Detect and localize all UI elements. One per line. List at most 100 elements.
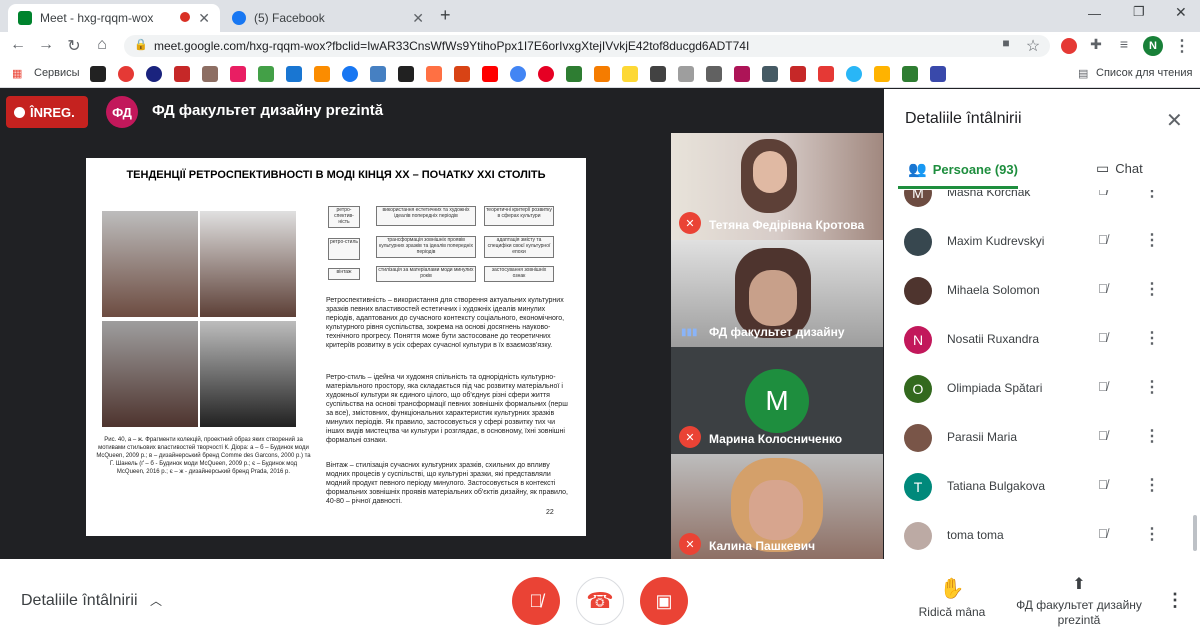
bookmark-star-icon[interactable]: ☆ xyxy=(1023,36,1043,56)
forward-icon[interactable]: → xyxy=(36,36,56,54)
more-options-icon[interactable]: ⋮ xyxy=(1144,230,1160,250)
list-item[interactable]: Parasii Maria 🎙̸ ⋮ xyxy=(884,414,1200,463)
list-item[interactable]: Maxim Kudrevskyi 🎙̸ ⋮ xyxy=(884,218,1200,267)
bookmark-z-icon[interactable] xyxy=(566,66,582,82)
bookmark-crest-icon[interactable] xyxy=(930,66,946,82)
list-item[interactable]: Mihaela Solomon 🎙̸ ⋮ xyxy=(884,267,1200,316)
hand-icon: ✋ xyxy=(939,578,965,600)
bookmark-c-icon[interactable] xyxy=(118,66,134,82)
diagram-box: вінтаж xyxy=(328,268,360,280)
panel-scrollbar[interactable] xyxy=(1193,515,1197,551)
tab-close-icon[interactable]: ✕ xyxy=(198,10,210,27)
list-item[interactable]: toma toma 🎙̸ ⋮ xyxy=(884,512,1200,559)
bookmark-gift-icon[interactable] xyxy=(818,66,834,82)
media-icon[interactable]: ≡ xyxy=(1114,36,1134,52)
bookmark-dollar-icon[interactable] xyxy=(902,66,918,82)
browser-menu-icon[interactable]: ⋮ xyxy=(1172,36,1192,56)
bookmark-k-icon[interactable] xyxy=(678,66,694,82)
opera-extension-icon[interactable] xyxy=(1061,38,1077,54)
raise-hand-button[interactable]: ✋ Ridică mâna xyxy=(912,576,992,619)
more-options-icon[interactable]: ⋮ xyxy=(1166,590,1184,611)
tab-chat-label: Chat xyxy=(1115,161,1143,176)
home-icon[interactable]: ⌂ xyxy=(92,36,112,54)
bookmark-fashion-icon[interactable] xyxy=(734,66,750,82)
window-close-icon[interactable]: ✕ xyxy=(1175,4,1187,21)
meeting-details-label: Detaliile întâlnirii xyxy=(21,592,138,609)
tab-people[interactable]: 👥 Persoane (93) xyxy=(908,160,1018,178)
reading-list-label[interactable]: Список для чтения xyxy=(1096,67,1192,79)
camera-icon[interactable]: ■ xyxy=(996,36,1016,50)
list-item[interactable]: T Tatiana Bulgakova 🎙̸ ⋮ xyxy=(884,463,1200,512)
apps-grid-icon[interactable]: ▦ xyxy=(12,67,22,80)
more-options-icon[interactable]: ⋮ xyxy=(1144,475,1160,495)
bookmark-facebook-icon[interactable] xyxy=(342,66,358,82)
reload-icon[interactable]: ↻ xyxy=(64,36,84,56)
slide-paragraph-3: Вінтаж – стилізація сучасних культурних … xyxy=(326,462,568,505)
list-item[interactable]: O Olimpiada Spătari 🎙̸ ⋮ xyxy=(884,365,1200,414)
list-item[interactable]: M Masha Korchak 🎙̸ ⋮ xyxy=(884,190,1200,218)
bookmark-bird-icon[interactable] xyxy=(706,66,722,82)
diagram-box: ретро-стиль xyxy=(328,238,360,260)
more-options-icon[interactable]: ⋮ xyxy=(1144,524,1160,544)
tab-close-icon[interactable]: ✕ xyxy=(412,10,424,27)
bookmark-d-icon[interactable] xyxy=(398,66,414,82)
runway-photo-3 xyxy=(102,321,198,427)
new-tab-icon[interactable]: + xyxy=(440,5,451,26)
restore-icon[interactable]: ❐ xyxy=(1133,4,1145,20)
bookmark-arrow-icon[interactable] xyxy=(454,66,470,82)
extensions-icon[interactable]: ✚ xyxy=(1086,36,1106,53)
tab-meet[interactable]: Meet - hxg-rqqm-wox ✕ xyxy=(8,4,220,32)
microphone-toggle-button[interactable]: 🎙̸ xyxy=(512,577,560,625)
bookmark-cross-icon[interactable] xyxy=(258,66,274,82)
facebook-favicon-icon xyxy=(232,11,246,25)
more-options-icon[interactable]: ⋮ xyxy=(1144,190,1160,201)
bookmark-mail-icon[interactable] xyxy=(286,66,302,82)
bookmark-check-icon[interactable] xyxy=(622,66,638,82)
bookmark-u-icon[interactable] xyxy=(790,66,806,82)
bookmark-6-icon[interactable] xyxy=(146,66,162,82)
more-options-icon[interactable]: ⋮ xyxy=(1144,377,1160,397)
tab-chat[interactable]: ▭ Chat xyxy=(1096,160,1143,177)
bookmark-tool-icon[interactable] xyxy=(762,66,778,82)
participant-tile[interactable]: ✕ Тетяна Федірівна Кротова xyxy=(671,133,883,240)
participant-tile[interactable]: ✕ Калина Пашкевич xyxy=(671,454,883,561)
bookmark-ok-icon[interactable] xyxy=(314,66,330,82)
camera-toggle-button[interactable]: ▣ xyxy=(640,577,688,625)
list-item[interactable]: N Nosatii Ruxandra 🎙̸ ⋮ xyxy=(884,316,1200,365)
more-options-icon[interactable]: ⋮ xyxy=(1144,279,1160,299)
meeting-details-button[interactable]: Detaliile întâlnirii ︿ xyxy=(21,592,162,610)
profile-avatar[interactable]: N xyxy=(1143,36,1163,56)
leave-call-button[interactable]: ☎ xyxy=(576,577,624,625)
bookmark-diamond-icon[interactable] xyxy=(230,66,246,82)
bookmark-dots-icon[interactable] xyxy=(846,66,862,82)
bookmark-youtube-icon[interactable] xyxy=(482,66,498,82)
back-icon[interactable]: ← xyxy=(8,36,28,54)
tab-facebook[interactable]: (5) Facebook ✕ xyxy=(222,4,434,32)
bookmark-square-icon[interactable] xyxy=(594,66,610,82)
bookmark-google-icon[interactable] xyxy=(510,66,526,82)
more-options-icon[interactable]: ⋮ xyxy=(1144,328,1160,348)
presentation-button[interactable]: ⬆ ФД факультет дизайну prezintă xyxy=(1010,574,1148,628)
bookmark-f-icon[interactable] xyxy=(426,66,442,82)
participant-tile[interactable]: ▮▮▮ ФД факультет дизайну xyxy=(671,240,883,347)
address-bar[interactable]: 🔒 meet.google.com/hxg-rqqm-wox?fbclid=Iw… xyxy=(124,35,1050,57)
more-options-icon[interactable]: ⋮ xyxy=(1144,426,1160,446)
person-avatar xyxy=(904,277,932,305)
bookmark-vk-icon[interactable] xyxy=(370,66,386,82)
minimize-icon[interactable]: — xyxy=(1088,6,1101,21)
participant-tile[interactable]: M ✕ Марина Колосниченко xyxy=(671,347,883,454)
bookmark-ak-icon[interactable] xyxy=(174,66,190,82)
slide-paragraph-1: Ретроспективність – використання для ств… xyxy=(326,297,565,349)
tab-facebook-title: (5) Facebook xyxy=(254,11,325,25)
bookmark-m-icon[interactable] xyxy=(90,66,106,82)
url-text: meet.google.com/hxg-rqqm-wox?fbclid=IwAR… xyxy=(154,39,750,53)
diagram-box: використання естетичних та художніх ідеа… xyxy=(376,206,476,226)
bookmark-small-icon[interactable] xyxy=(874,66,890,82)
bookmark-services[interactable]: Сервисы xyxy=(34,67,80,79)
panel-close-icon[interactable]: ✕ xyxy=(1166,108,1183,133)
bookmark-v-icon[interactable] xyxy=(650,66,666,82)
reading-list-icon[interactable]: ▤ xyxy=(1078,67,1088,80)
bookmark-pinterest-icon[interactable] xyxy=(538,66,554,82)
person-avatar: N xyxy=(904,326,932,354)
bookmark-image-icon[interactable] xyxy=(202,66,218,82)
